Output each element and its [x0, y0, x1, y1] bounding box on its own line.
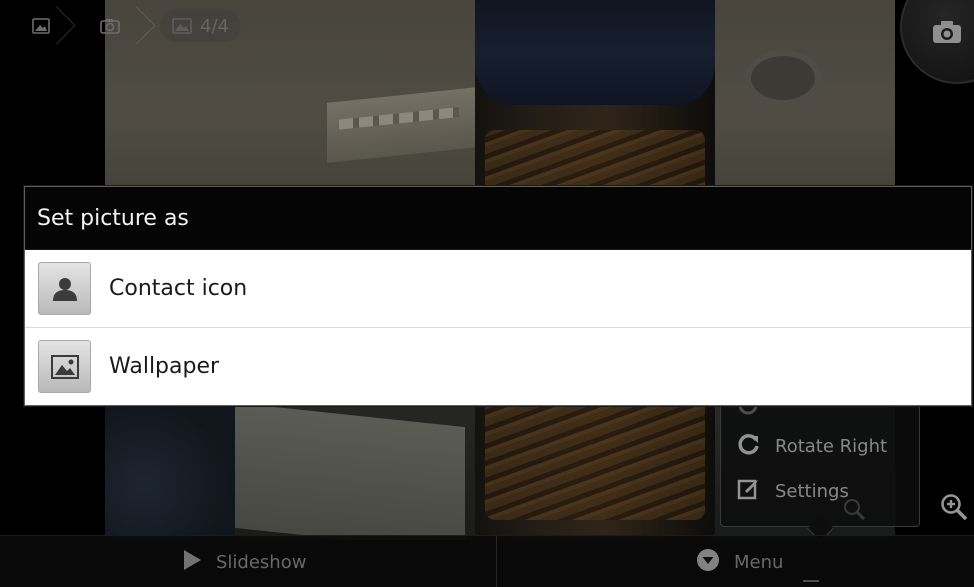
- dialog-item-label: Contact icon: [109, 276, 248, 301]
- gallery-screen: 4/4 Rotate Right Settings Slideshow Menu…: [0, 0, 974, 587]
- set-picture-as-dialog: Set picture as Contact icon Wallpaper: [24, 186, 972, 406]
- contact-person-icon: [38, 262, 91, 315]
- dialog-item-contact-icon[interactable]: Contact icon: [25, 250, 971, 327]
- wallpaper-icon: [38, 340, 91, 393]
- dialog-item-wallpaper[interactable]: Wallpaper: [25, 327, 971, 405]
- dialog-title: Set picture as: [25, 187, 971, 250]
- dialog-item-label: Wallpaper: [109, 354, 220, 379]
